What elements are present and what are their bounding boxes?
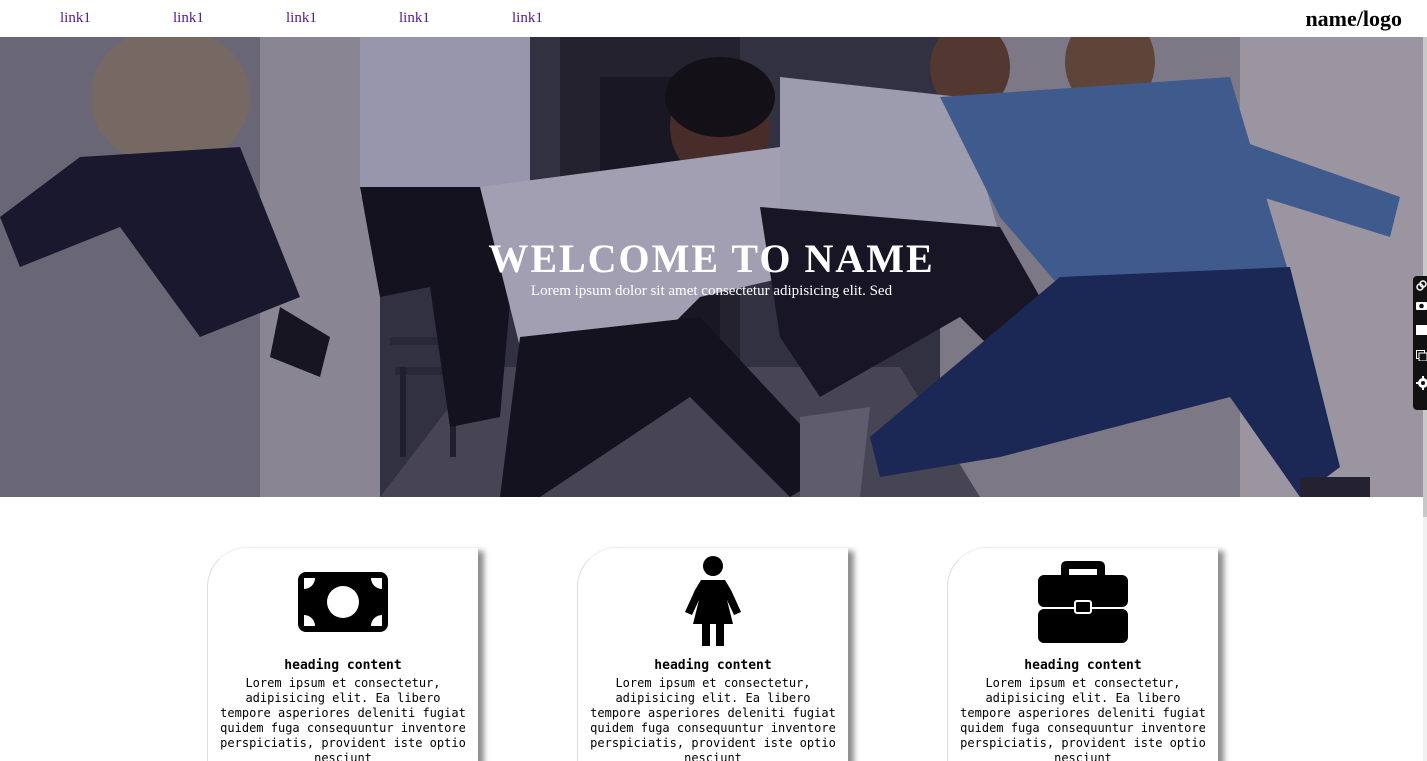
- card-heading: heading content: [1024, 658, 1142, 673]
- brand-logo[interactable]: name/logo: [1305, 6, 1402, 32]
- money-bill-icon: [208, 556, 478, 648]
- link-icon[interactable]: [1416, 280, 1427, 294]
- nav-link-2[interactable]: link1: [173, 9, 286, 27]
- card-text: Lorem ipsum et consectetur, adipisicing …: [590, 676, 836, 761]
- card-text: Lorem ipsum et consectetur, adipisicing …: [960, 676, 1206, 761]
- nav-link-4[interactable]: link1: [399, 9, 512, 27]
- card-heading: heading content: [284, 658, 402, 673]
- navbar: link1 link1 link1 link1 link1 name/logo: [0, 0, 1427, 37]
- gear-icon[interactable]: [1416, 376, 1427, 393]
- feature-card-1: heading content Lorem ipsum et consectet…: [207, 547, 478, 761]
- feature-card-3: heading content Lorem ipsum et consectet…: [947, 547, 1218, 761]
- nav-link-5[interactable]: link1: [512, 9, 625, 27]
- page: link1 link1 link1 link1 link1 name/logo: [0, 0, 1427, 761]
- copy-icon[interactable]: [1416, 350, 1427, 364]
- card-heading: heading content: [654, 658, 772, 673]
- camera-icon[interactable]: [1416, 300, 1427, 314]
- square-icon[interactable]: [1416, 324, 1427, 338]
- nav-link-1[interactable]: link1: [60, 9, 173, 27]
- feature-card-2: heading content Lorem ipsum et consectet…: [577, 547, 848, 761]
- nav-links: link1 link1 link1 link1 link1: [60, 9, 625, 27]
- hero-title: WELCOME TO NAME: [488, 236, 935, 281]
- card-text: Lorem ipsum et consectetur, adipisicing …: [220, 676, 466, 761]
- hero-subtitle: Lorem ipsum dolor sit amet consectetur a…: [530, 283, 893, 299]
- female-person-icon: [578, 556, 848, 648]
- hero-banner: WELCOME TO NAME Lorem ipsum dolor sit am…: [0, 37, 1423, 497]
- side-toolbar: [1413, 276, 1427, 410]
- briefcase-icon: [948, 556, 1218, 648]
- nav-link-3[interactable]: link1: [286, 9, 399, 27]
